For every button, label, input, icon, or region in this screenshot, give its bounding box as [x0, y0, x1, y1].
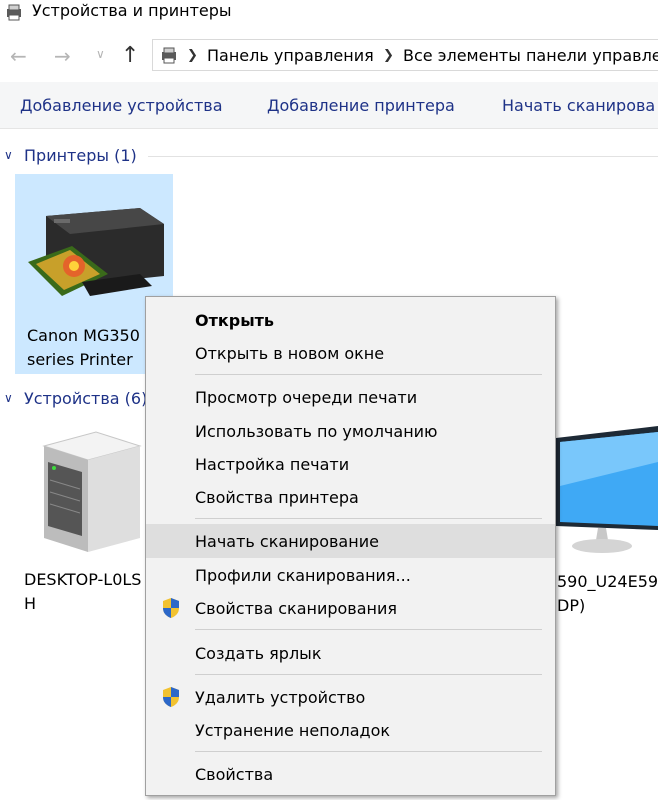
monitor-icon[interactable]	[546, 426, 658, 560]
menu-item-properties[interactable]: Свойства	[195, 765, 273, 784]
menu-item-print-preferences[interactable]: Настройка печати	[195, 455, 349, 474]
menu-separator	[195, 518, 542, 519]
devices-printers-icon	[162, 47, 176, 64]
computer-icon[interactable]	[40, 426, 144, 556]
breadcrumb-chevron-icon[interactable]: ❯	[187, 48, 198, 63]
breadcrumb-all-items[interactable]: Все элементы панели управле	[403, 46, 658, 65]
menu-separator	[195, 751, 542, 752]
menu-separator	[195, 674, 542, 675]
menu-separator	[195, 374, 542, 375]
chevron-down-icon[interactable]: ∨	[96, 47, 105, 61]
menu-item-set-default[interactable]: Использовать по умолчанию	[195, 422, 438, 441]
add-device-button[interactable]: Добавление устройства	[20, 96, 223, 115]
computer-name-line2: H	[24, 594, 37, 613]
menu-item-scan-profiles[interactable]: Профили сканирования...	[195, 566, 411, 585]
printer-icon	[28, 208, 164, 296]
menu-item-print-queue[interactable]: Просмотр очереди печати	[195, 388, 417, 407]
arrow-up-icon[interactable]: ↑	[121, 45, 139, 67]
group-header-printers[interactable]: Принтеры (1)	[24, 146, 137, 165]
group-divider	[148, 156, 658, 157]
monitor-name-line2: DP)	[557, 596, 586, 615]
printer-name-line1: Canon MG350	[27, 326, 140, 345]
menu-item-troubleshoot[interactable]: Устранение неполадок	[195, 721, 390, 740]
menu-item-open-new-window[interactable]: Открыть в новом окне	[195, 344, 384, 363]
devices-printers-icon	[7, 4, 21, 21]
uac-shield-icon	[163, 687, 179, 707]
computer-name-line1: DESKTOP-L0LS	[24, 570, 142, 589]
menu-item-printer-properties[interactable]: Свойства принтера	[195, 488, 359, 507]
menu-item-start-scan[interactable]: Начать сканирование	[195, 532, 379, 551]
add-printer-button[interactable]: Добавление принтера	[267, 96, 455, 115]
menu-item-open[interactable]: Открыть	[195, 311, 274, 330]
start-scan-button[interactable]: Начать сканирова	[502, 96, 655, 115]
chevron-down-icon[interactable]: ∨	[4, 148, 13, 162]
window-title: Устройства и принтеры	[32, 1, 232, 20]
menu-item-scan-properties[interactable]: Свойства сканирования	[195, 599, 397, 618]
menu-item-create-shortcut[interactable]: Создать ярлык	[195, 644, 321, 663]
chevron-down-icon[interactable]: ∨	[4, 391, 13, 405]
breadcrumb-control-panel[interactable]: Панель управления	[207, 46, 374, 65]
arrow-left-icon[interactable]: ←	[10, 46, 27, 66]
menu-item-remove-device[interactable]: Удалить устройство	[195, 688, 365, 707]
menu-separator	[195, 629, 542, 630]
breadcrumb-chevron-icon[interactable]: ❯	[383, 48, 394, 63]
arrow-right-icon[interactable]: →	[54, 46, 71, 66]
uac-shield-icon	[163, 598, 179, 618]
printer-name-line2: series Printer	[27, 350, 133, 369]
group-header-devices[interactable]: Устройства (6)	[24, 389, 147, 408]
monitor-name-line1: 590_U24E590	[557, 572, 658, 591]
